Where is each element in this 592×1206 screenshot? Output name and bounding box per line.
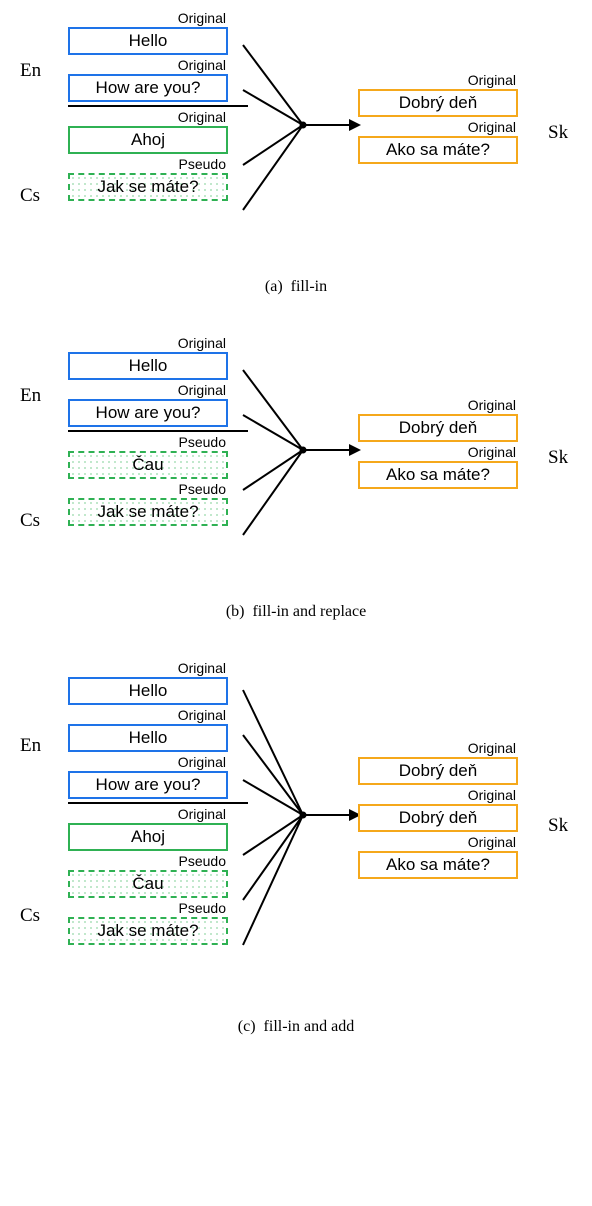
en-box-2: Original How are you? <box>68 399 228 427</box>
cs-text-jaksemate: Jak se máte? <box>97 502 198 521</box>
en-text-hello: Hello <box>129 356 168 375</box>
cs-box-1: Pseudo Čau <box>68 451 228 479</box>
sk-box-1: Original Dobrý deň <box>358 414 518 442</box>
merge-arrow-icon <box>233 30 363 230</box>
tag-original: Original <box>178 110 226 124</box>
left-column: Original Hello Original How are you? Pse… <box>68 335 238 528</box>
en-text-hello: Hello <box>129 681 168 700</box>
panel-c: En Cs Sk Original Hello Original Hello O… <box>8 660 584 1040</box>
tag-original: Original <box>178 708 226 722</box>
tag-original: Original <box>468 398 516 412</box>
cs-text-jaksemate: Jak se máte? <box>97 177 198 196</box>
en-text-hello: Hello <box>129 728 168 747</box>
label-en: En <box>20 735 41 757</box>
cs-box-1: Original Ahoj <box>68 126 228 154</box>
en-box-1: Original Hello <box>68 27 228 55</box>
caption-c: (c) fill-in and add <box>8 1018 584 1036</box>
cs-box-1: Original Ahoj <box>68 823 228 851</box>
en-box-2: Original How are you? <box>68 74 228 102</box>
label-en: En <box>20 60 41 82</box>
left-column: Original Hello Original How are you? Ori… <box>68 10 238 203</box>
cs-box-2: Pseudo Jak se máte? <box>68 498 228 526</box>
tag-pseudo: Pseudo <box>179 854 226 868</box>
en-box-1: Original Hello <box>68 352 228 380</box>
tag-original: Original <box>178 755 226 769</box>
caption-b: (b) fill-in and replace <box>8 603 584 621</box>
tag-original: Original <box>468 120 516 134</box>
divider <box>68 802 248 804</box>
right-column: Original Dobrý deň Original Dobrý deň Or… <box>358 740 518 881</box>
tag-original: Original <box>468 788 516 802</box>
cs-text-jaksemate: Jak se máte? <box>97 921 198 940</box>
en-box-3: Original How are you? <box>68 771 228 799</box>
cs-box-3: Pseudo Jak se máte? <box>68 917 228 945</box>
tag-pseudo: Pseudo <box>179 901 226 915</box>
tag-original: Original <box>178 661 226 675</box>
left-column: Original Hello Original Hello Original H… <box>68 660 238 947</box>
sk-box-2: Original Dobrý deň <box>358 804 518 832</box>
tag-original: Original <box>178 383 226 397</box>
panel-a: En Cs Sk Original Hello Original How are… <box>8 10 584 300</box>
sk-box-3: Original Ako sa máte? <box>358 851 518 879</box>
cs-text-ahoj: Ahoj <box>131 827 165 846</box>
tag-original: Original <box>468 741 516 755</box>
cs-text-ahoj: Ahoj <box>131 130 165 149</box>
cs-text-cau: Čau <box>132 874 163 893</box>
cs-box-2: Pseudo Čau <box>68 870 228 898</box>
cs-box-2: Pseudo Jak se máte? <box>68 173 228 201</box>
label-cs: Cs <box>20 510 40 532</box>
en-text-howareyou: How are you? <box>96 78 201 97</box>
caption-a: (a) fill-in <box>8 278 584 296</box>
tag-pseudo: Pseudo <box>179 435 226 449</box>
tag-original: Original <box>178 58 226 72</box>
sk-box-1: Original Dobrý deň <box>358 757 518 785</box>
right-column: Original Dobrý deň Original Ako sa máte? <box>358 397 518 491</box>
sk-box-1: Original Dobrý deň <box>358 89 518 117</box>
label-sk: Sk <box>548 122 568 144</box>
label-cs: Cs <box>20 185 40 207</box>
panel-b: En Cs Sk Original Hello Original How are… <box>8 335 584 625</box>
sk-text-dobryden: Dobrý deň <box>399 93 477 112</box>
sk-text-akosamate: Ako sa máte? <box>386 855 490 874</box>
label-en: En <box>20 385 41 407</box>
tag-original: Original <box>468 835 516 849</box>
cs-text-cau: Čau <box>132 455 163 474</box>
sk-text-dobryden: Dobrý deň <box>399 418 477 437</box>
sk-box-2: Original Ako sa máte? <box>358 136 518 164</box>
divider <box>68 105 248 107</box>
label-sk: Sk <box>548 447 568 469</box>
sk-text-akosamate: Ako sa máte? <box>386 465 490 484</box>
en-box-1: Original Hello <box>68 677 228 705</box>
sk-text-dobryden: Dobrý deň <box>399 761 477 780</box>
merge-arrow-icon <box>233 355 363 555</box>
tag-original: Original <box>178 336 226 350</box>
tag-pseudo: Pseudo <box>179 482 226 496</box>
divider <box>68 430 248 432</box>
tag-original: Original <box>468 73 516 87</box>
en-text-howareyou: How are you? <box>96 775 201 794</box>
sk-box-2: Original Ako sa máte? <box>358 461 518 489</box>
right-column: Original Dobrý deň Original Ako sa máte? <box>358 72 518 166</box>
sk-text-dobryden: Dobrý deň <box>399 808 477 827</box>
tag-original: Original <box>178 11 226 25</box>
tag-original: Original <box>178 807 226 821</box>
en-box-2: Original Hello <box>68 724 228 752</box>
sk-text-akosamate: Ako sa máte? <box>386 140 490 159</box>
label-sk: Sk <box>548 815 568 837</box>
en-text-howareyou: How are you? <box>96 403 201 422</box>
tag-pseudo: Pseudo <box>179 157 226 171</box>
tag-original: Original <box>468 445 516 459</box>
en-text-hello: Hello <box>129 31 168 50</box>
label-cs: Cs <box>20 905 40 927</box>
merge-arrow-icon <box>233 675 363 975</box>
